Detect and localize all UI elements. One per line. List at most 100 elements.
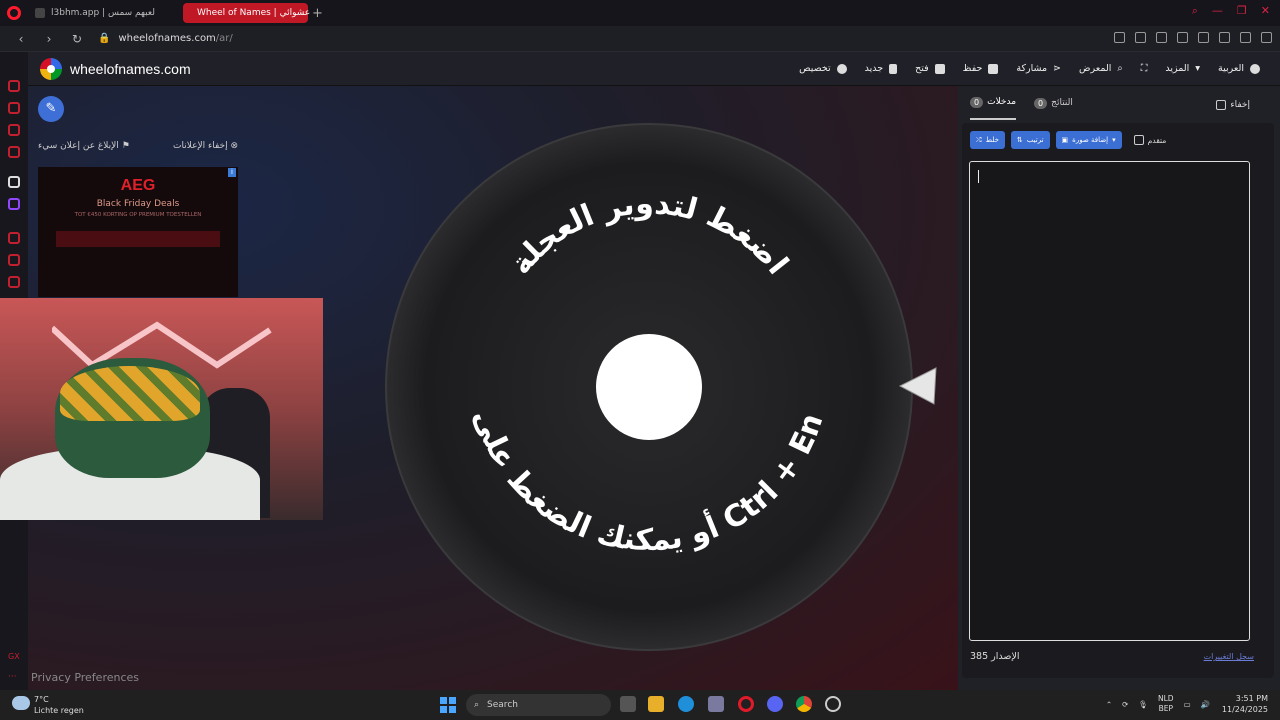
file-explorer-icon[interactable] — [648, 696, 664, 712]
close-icon[interactable]: ✕ — [1261, 4, 1270, 18]
back-icon[interactable]: ‹ — [14, 32, 28, 46]
sort-button[interactable]: ⇅ ترتيب — [1010, 131, 1050, 149]
tab-entries[interactable]: 0 مدخلات — [970, 86, 1017, 120]
reload-icon[interactable]: ↻ — [70, 32, 84, 46]
tab-title: l3bhm.app | لعبهم سمس — [51, 8, 155, 18]
opera-logo-icon[interactable] — [7, 6, 21, 20]
extension-icon[interactable] — [1114, 32, 1125, 43]
windows-start-icon[interactable] — [440, 697, 456, 713]
folder-icon — [934, 63, 945, 74]
tab-l3bhm[interactable]: l3bhm.app | لعبهم سمس — [27, 3, 177, 23]
forward-icon[interactable]: › — [42, 32, 56, 46]
display-icon[interactable]: ▭ — [1184, 700, 1191, 709]
cart-icon[interactable] — [8, 102, 20, 114]
menu-new[interactable]: جديد — [865, 63, 898, 74]
wheel-center-hub[interactable] — [596, 334, 702, 440]
system-tray: ⌃ ⟳ 🎙 NLD BEP ▭ 🔊 — [1106, 694, 1210, 714]
maximize-icon[interactable]: ❐ — [1237, 4, 1247, 18]
profile-icon[interactable] — [1219, 32, 1230, 43]
ad-cta-bar[interactable] — [56, 231, 220, 247]
menu-fullscreen[interactable]: ⛶ — [1141, 63, 1148, 74]
shield-icon[interactable] — [1156, 32, 1167, 43]
clock[interactable]: 3:51 PM 11/24/2025 — [1222, 693, 1268, 715]
sort-icon: ⇅ — [1016, 136, 1023, 144]
shuffle-button[interactable]: ⤮ خلط — [970, 131, 1005, 149]
browser-tab-bar: l3bhm.app | لعبهم سمس Wheel of Names | ع… — [0, 0, 1280, 26]
entries-count: 0 — [970, 96, 984, 108]
menu-icon[interactable] — [1261, 32, 1272, 43]
tab-wheel-of-names[interactable]: Wheel of Names | عشوائي — [183, 3, 311, 23]
globe-icon — [1250, 63, 1260, 74]
add-image-button[interactable]: ▣ إضافة صورة ▾ — [1055, 131, 1122, 149]
menu-language[interactable]: العربية — [1218, 63, 1260, 74]
player-icon[interactable] — [1177, 32, 1188, 43]
menu-gallery[interactable]: ⌕ المعرض — [1079, 63, 1123, 74]
gx-icon[interactable]: GX — [8, 652, 20, 664]
language-indicator[interactable]: NLD BEP — [1158, 694, 1174, 714]
menu-save[interactable]: حفظ — [963, 63, 999, 74]
privacy-preferences-link[interactable]: Privacy Preferences — [31, 671, 139, 684]
edge-icon[interactable] — [678, 696, 694, 712]
extensions-icon[interactable] — [8, 276, 20, 288]
menu-share[interactable]: ⋖ مشاركة — [1016, 63, 1061, 74]
entries-toolbar: ⤮ خلط ⇅ ترتيب ▣ إضافة صورة ▾ متقدم — [970, 131, 1166, 149]
taskbar-search[interactable]: ⌕ Search — [466, 694, 611, 716]
aria-icon[interactable] — [8, 80, 20, 92]
report-ad-link[interactable]: ⚑ الإبلاغ عن إعلان سيء — [38, 141, 130, 151]
cloud-rain-icon[interactable] — [12, 696, 30, 710]
task-view-icon[interactable] — [620, 696, 636, 712]
vpn-icon[interactable] — [8, 176, 20, 188]
fullscreen-icon: ⛶ — [1140, 63, 1148, 74]
pencil-icon: ✎ — [45, 101, 57, 116]
site-name[interactable]: wheelofnames.com — [70, 61, 191, 77]
mic-icon[interactable]: 🎙 — [1138, 700, 1148, 709]
new-tab-button[interactable]: + — [312, 6, 323, 21]
edit-pencil-button[interactable]: ✎ — [38, 96, 64, 122]
site-logo-icon[interactable] — [40, 57, 62, 80]
ad-brand: AEG — [120, 177, 156, 194]
image-icon: ▣ — [1061, 136, 1069, 144]
checkbox-icon — [1133, 135, 1144, 145]
weather-widget[interactable]: 7°C Lichte regen — [34, 694, 84, 716]
store-icon[interactable] — [708, 696, 724, 712]
chevron-up-icon[interactable]: ⌃ — [1106, 700, 1112, 709]
menu-more[interactable]: ▾ المزيد — [1165, 63, 1200, 74]
hide-ads-link[interactable]: ⊗ إخفاء الإعلانات — [173, 141, 238, 151]
discord-icon[interactable] — [767, 696, 783, 712]
download-icon[interactable] — [1240, 32, 1251, 43]
twitch-icon[interactable] — [8, 198, 20, 210]
refresh-icon[interactable]: ⟳ — [1122, 700, 1128, 709]
snapshot-icon[interactable] — [1135, 32, 1146, 43]
heart-icon[interactable] — [1198, 32, 1209, 43]
ad-controls: ⊗ إخفاء الإعلانات ⚑ الإبلاغ عن إعلان سيء — [38, 141, 238, 151]
minimize-icon[interactable]: — — [1212, 4, 1223, 18]
chrome-icon[interactable] — [796, 696, 812, 712]
tab-title: Wheel of Names | عشوائي — [197, 8, 311, 18]
version-label: الإصدار 385 — [970, 651, 1020, 662]
player-icon[interactable] — [8, 232, 20, 244]
more-icon[interactable]: ··· — [8, 672, 20, 684]
news-icon[interactable] — [8, 124, 20, 136]
wheel-pointer-icon — [898, 367, 937, 405]
hide-checkbox[interactable]: إخفاء — [1216, 100, 1250, 110]
history-icon[interactable] — [8, 254, 20, 266]
app-icon[interactable] — [825, 696, 841, 712]
site-header: wheelofnames.com العربية ▾ المزيد ⛶ ⌕ المع… — [28, 52, 1280, 86]
changelog-link[interactable]: سجل التغييرات — [1204, 652, 1254, 661]
ad-choices-icon[interactable]: i — [228, 168, 236, 177]
entries-panel: 0 مدخلات 0 النتائج إخفاء ⤮ خلط ⇅ ترتيب ▣ إض… — [958, 86, 1280, 690]
advertisement[interactable]: i AEG Black Friday Deals TOT €450 KORTIN… — [38, 167, 238, 297]
volume-icon[interactable]: 🔊 — [1201, 700, 1210, 709]
entries-textarea[interactable] — [969, 161, 1250, 641]
menu-customize[interactable]: تخصيص — [799, 63, 847, 74]
search-icon[interactable]: ⌕ — [1192, 4, 1198, 18]
advanced-checkbox[interactable]: متقدم — [1133, 135, 1166, 145]
spin-wheel[interactable]: اضغط لتدوير العجلة أو يمكنك الضغط على زر… — [373, 95, 914, 652]
tab-results[interactable]: 0 النتائج — [1034, 86, 1073, 120]
menu-open[interactable]: فتح — [915, 63, 945, 74]
address-bar-tools — [1114, 32, 1272, 43]
ad-fine-print: TOT €450 KORTING OP PREMIUM TOESTELLEN — [74, 212, 202, 218]
url-field[interactable]: 🔒 wheelofnames.com /ar/ — [98, 33, 233, 44]
mail-icon[interactable] — [8, 146, 20, 158]
opera-gx-icon[interactable] — [738, 696, 754, 712]
